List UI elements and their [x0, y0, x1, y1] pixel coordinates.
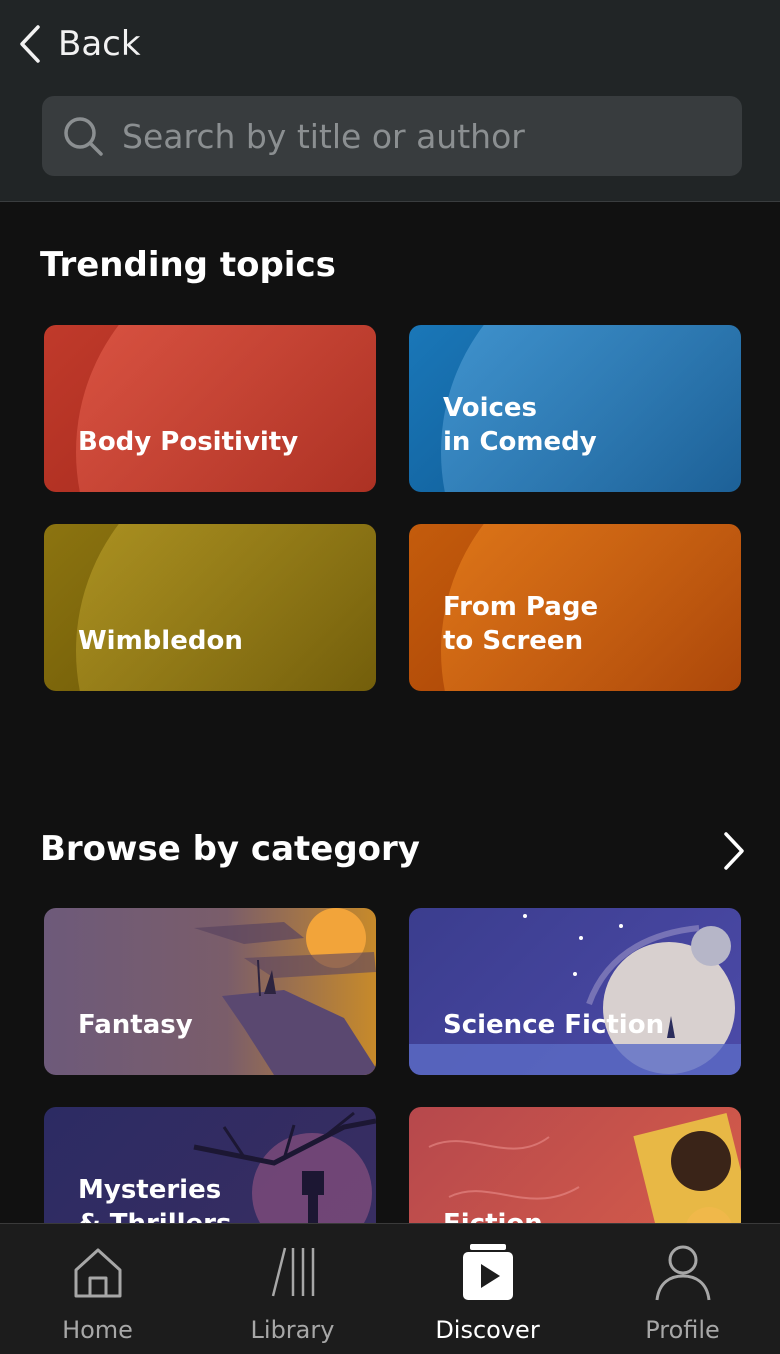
home-icon [74, 1248, 121, 1298]
category-label: Mysteries & Thrillers [78, 1175, 231, 1223]
category-tile-mysteries-thrillers[interactable]: Mysteries & Thrillers [44, 1107, 376, 1223]
topic-label: Voices in Comedy [443, 393, 597, 457]
topic-label: Wimbledon [78, 626, 243, 656]
profile-icon [655, 1245, 710, 1301]
chevron-left-icon [20, 25, 40, 63]
science-fiction-illustration [409, 914, 741, 1075]
fiction-illustration [428, 1112, 741, 1223]
bottom-navigation: Home Library Discover Profile [0, 1223, 780, 1354]
category-label: Fiction [443, 1207, 543, 1223]
nav-profile[interactable]: Profile [585, 1224, 780, 1354]
library-icon [271, 1247, 314, 1297]
discover-content[interactable]: Trending topics Body Positivity Voices i… [0, 203, 780, 1223]
browse-by-category-title: Browse by category [40, 829, 420, 869]
discover-icon [462, 1244, 513, 1300]
chevron-right-icon[interactable] [720, 831, 746, 871]
topic-tile-body-positivity[interactable]: Body Positivity [44, 325, 376, 492]
category-label: Science Fiction [443, 1010, 665, 1040]
nav-label: Home [62, 1316, 133, 1344]
nav-discover[interactable]: Discover [390, 1224, 585, 1354]
category-tile-fiction[interactable]: Fiction [409, 1107, 741, 1223]
topic-label: From Page to Screen [443, 592, 599, 656]
category-tile-science-fiction[interactable]: Science Fiction [409, 908, 741, 1075]
topic-tile-voices-in-comedy[interactable]: Voices in Comedy [409, 325, 741, 492]
fantasy-illustration [194, 908, 376, 1075]
topic-tile-wimbledon[interactable]: Wimbledon [44, 524, 376, 691]
search-placeholder: Search by title or author [122, 116, 525, 156]
topic-tile-from-page-to-screen[interactable]: From Page to Screen [409, 524, 741, 691]
search-input[interactable]: Search by title or author [42, 96, 742, 176]
nav-label: Library [250, 1316, 335, 1344]
nav-label: Discover [435, 1316, 540, 1344]
category-label: Fantasy [78, 1010, 193, 1040]
search-icon [64, 117, 103, 156]
nav-label: Profile [645, 1316, 720, 1344]
nav-home[interactable]: Home [0, 1224, 195, 1354]
nav-library[interactable]: Library [195, 1224, 390, 1354]
top-bar: Back Search by title or author [0, 0, 780, 202]
back-button[interactable]: Back [18, 22, 141, 66]
topic-label: Body Positivity [78, 427, 299, 457]
back-label: Back [58, 24, 141, 64]
category-tile-fantasy[interactable]: Fantasy [44, 908, 376, 1075]
trending-topics-title: Trending topics [40, 245, 336, 285]
